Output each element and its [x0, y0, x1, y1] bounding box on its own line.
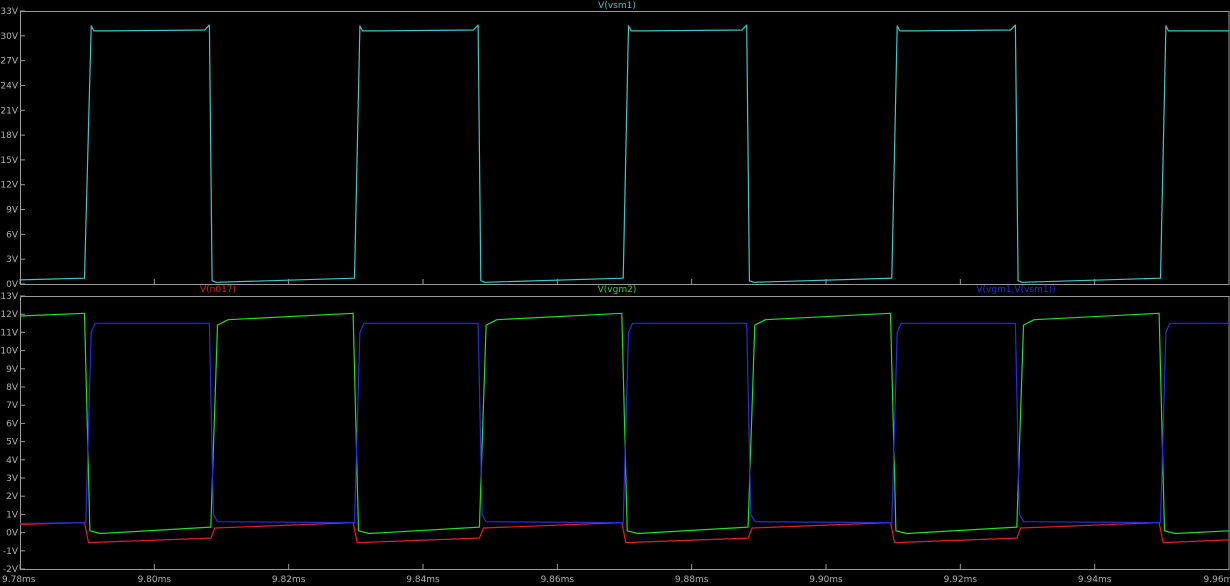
- trace-1-0[interactable]: [19, 522, 1230, 544]
- y-tick-label: 13V: [0, 292, 18, 302]
- trace-0-0[interactable]: [19, 24, 1229, 283]
- waveform-plot[interactable]: 0V 3V 6V 9V 12V 15V 18V 21V 24V 27V 30V 33V V(vsm1) -…: [0, 0, 1230, 586]
- x-tick-label: 9.92ms: [944, 575, 978, 585]
- y-tick-label: 8V: [6, 383, 19, 393]
- y-tick-label: 6V: [6, 419, 19, 429]
- y-tick-label: 3V: [6, 255, 19, 265]
- y-tick-label: -1V: [3, 547, 19, 557]
- y-tick-label: 0V: [6, 280, 19, 290]
- plot-pane-frame: [20, 11, 1230, 285]
- trace-label[interactable]: V(n017): [200, 285, 236, 295]
- y-tick-label: 7V: [6, 401, 19, 411]
- x-tick-label: 9.86ms: [541, 575, 575, 585]
- x-tick-label: 9.88ms: [675, 575, 709, 585]
- y-tick-label: 6V: [6, 230, 19, 240]
- y-tick-label: 0V: [6, 529, 19, 539]
- y-tick-label: 30V: [0, 32, 18, 42]
- y-tick-label: 12V: [0, 310, 18, 320]
- y-tick-label: 9V: [6, 206, 19, 216]
- y-tick-label: 24V: [0, 81, 18, 91]
- y-tick-label: 2V: [6, 492, 19, 502]
- trace-1-1[interactable]: [19, 312, 1230, 535]
- trace-label[interactable]: V(vgm2): [598, 285, 637, 295]
- y-tick-label: 9V: [6, 365, 19, 375]
- x-tick-label: 9.90ms: [809, 575, 843, 585]
- y-tick-label: 33V: [0, 7, 18, 17]
- trace-label[interactable]: V(vgm1,V(vsm1)): [976, 285, 1055, 295]
- y-tick-label: 11V: [0, 328, 18, 338]
- x-tick-label: 9.94ms: [1078, 575, 1112, 585]
- trace-label[interactable]: V(vsm1): [598, 1, 636, 11]
- y-tick-label: -2V: [3, 565, 19, 575]
- y-tick-label: 18V: [0, 131, 18, 141]
- y-tick-label: 12V: [0, 181, 18, 191]
- x-tick-label: 9.96ms: [1204, 575, 1230, 585]
- y-tick-label: 15V: [0, 156, 18, 166]
- y-tick-label: 21V: [0, 106, 18, 116]
- y-tick-label: 10V: [0, 347, 18, 357]
- y-tick-label: 5V: [6, 438, 19, 448]
- y-tick-label: 27V: [0, 57, 18, 67]
- y-tick-label: 3V: [6, 474, 19, 484]
- x-tick-label: 9.84ms: [406, 575, 440, 585]
- x-tick-label: 9.80ms: [138, 575, 172, 585]
- y-tick-label: 1V: [6, 510, 19, 520]
- x-tick-label: 9.82ms: [272, 575, 306, 585]
- x-tick-label: 9.78ms: [2, 575, 36, 585]
- y-tick-label: 4V: [6, 456, 19, 466]
